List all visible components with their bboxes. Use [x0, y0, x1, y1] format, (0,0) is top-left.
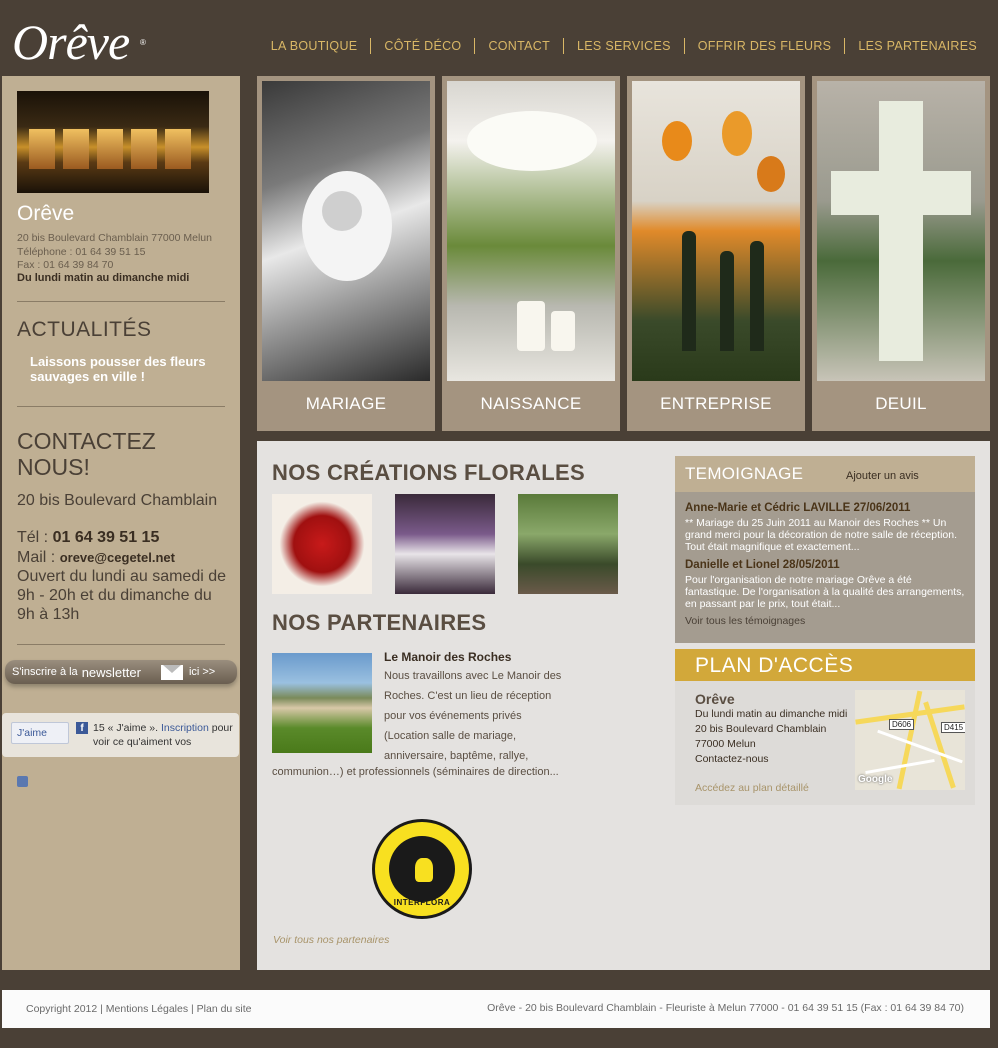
- nav-boutique[interactable]: LA BOUTIQUE: [258, 38, 371, 54]
- shop-photo: [17, 91, 209, 193]
- category-entreprise[interactable]: ENTREPRISE: [627, 76, 805, 431]
- main-content: NOS CRÉATIONS FLORALES NOS PARTENAIRES L…: [257, 441, 990, 970]
- shop-name: Orêve: [17, 202, 75, 225]
- map-thumbnail[interactable]: D606 D415 Google: [855, 690, 965, 790]
- category-naissance[interactable]: NAISSANCE: [442, 76, 620, 431]
- shop-hours: Du lundi matin au dimanche midi: [17, 272, 190, 284]
- mail-link[interactable]: oreve@cegetel.net: [60, 550, 175, 565]
- add-review-link[interactable]: Ajouter un avis: [846, 470, 919, 482]
- news-title: ACTUALITÉS: [17, 318, 152, 341]
- entreprise-photo: [632, 81, 800, 381]
- see-all-partners-link[interactable]: Voir tous nos partenaires: [273, 934, 389, 946]
- partner-description-continued: communion…) et professionnels (séminaire…: [272, 766, 559, 778]
- category-label: ENTREPRISE: [660, 394, 772, 413]
- partner-description: Nous travaillons avec Le Manoir des Roch…: [384, 670, 562, 762]
- footer-links[interactable]: Copyright 2012 | Mentions Légales | Plan…: [26, 1003, 252, 1015]
- nav-partenaires[interactable]: LES PARTENAIRES: [844, 38, 990, 54]
- facebook-signup-link[interactable]: Inscription: [161, 722, 209, 734]
- contact-title: CONTACTEZ NOUS!: [17, 428, 156, 480]
- deuil-photo: [817, 81, 985, 381]
- access-title: PLAN D'ACCÈS: [695, 654, 854, 677]
- nav-cote-deco[interactable]: CÔTÉ DÉCO: [370, 38, 474, 54]
- category-label: MARIAGE: [305, 394, 387, 413]
- category-label: DEUIL: [875, 394, 927, 413]
- envelope-icon: [160, 664, 183, 680]
- nav-offrir[interactable]: OFFRIR DES FLEURS: [683, 38, 845, 54]
- divider: [17, 301, 225, 302]
- google-logo: Google: [858, 774, 893, 785]
- map-road-tag: D415: [941, 722, 965, 733]
- category-label: NAISSANCE: [480, 394, 582, 413]
- partners-title: NOS PARTENAIRES: [272, 610, 487, 635]
- creation-thumbnail[interactable]: [395, 494, 495, 594]
- map-road-tag: D606: [889, 719, 915, 730]
- creation-thumbnail[interactable]: [518, 494, 618, 594]
- access-box: PLAN D'ACCÈS Orêve Du lundi matin au dim…: [675, 649, 975, 805]
- access-info: Du lundi matin au dimanche midi 20 bis B…: [695, 708, 848, 767]
- newsletter-signup-button[interactable]: S'inscrire à la newsletter ici >>: [5, 660, 237, 684]
- logo-text: Orêve: [12, 14, 130, 70]
- mariage-photo: [262, 81, 430, 381]
- contact-phone: Tél : 01 64 39 51 15: [17, 529, 160, 546]
- divider: [17, 406, 225, 407]
- creations-title: NOS CRÉATIONS FLORALES: [272, 460, 585, 485]
- opening-hours: Ouvert du lundi au samedi de 9h - 20h et…: [17, 568, 227, 623]
- facebook-like-text: 15 « J'aime ». Inscription pour voir ce …: [93, 722, 233, 748]
- sidebar: Orêve 20 bis Boulevard Chamblain 77000 M…: [2, 76, 240, 970]
- footer-address: Orêve - 20 bis Boulevard Chamblain - Fle…: [487, 1002, 964, 1014]
- contact-address: 20 bis Boulevard Chamblain: [17, 492, 218, 509]
- testimonials-header: TEMOIGNAGE Ajouter un avis: [675, 456, 975, 492]
- partner-photo[interactable]: [272, 653, 372, 753]
- testimonials-box: TEMOIGNAGE Ajouter un avis Anne-Marie et…: [675, 456, 975, 643]
- shop-contact-info: 20 bis Boulevard Chamblain 77000 Melun T…: [17, 232, 212, 273]
- naissance-photo: [447, 81, 615, 381]
- testimonial-author[interactable]: Danielle et Lionel 28/05/2011: [685, 559, 840, 571]
- thumbs-up-icon: [17, 776, 28, 787]
- contact-mail: Mail : oreve@cegetel.net: [17, 549, 175, 566]
- facebook-like-button[interactable]: J'aime: [11, 722, 69, 787]
- access-header: PLAN D'ACCÈS: [675, 649, 975, 681]
- testimonials-title: TEMOIGNAGE: [685, 464, 804, 483]
- facebook-like-box: J'aime f 15 « J'aime ». Inscription pour…: [2, 713, 239, 787]
- facebook-icon: f: [76, 722, 88, 734]
- logo[interactable]: Orêve ®: [12, 12, 146, 72]
- creation-thumbnail[interactable]: [272, 494, 372, 594]
- nav-services[interactable]: LES SERVICES: [563, 38, 684, 54]
- shop-fax: Fax : 01 64 39 84 70: [17, 259, 114, 271]
- partner-name[interactable]: Le Manoir des Roches: [384, 650, 511, 664]
- testimonial-text: ** Mariage du 25 Juin 2011 au Manoir des…: [685, 517, 957, 553]
- detailed-map-link[interactable]: Accédez au plan détaillé: [695, 782, 809, 794]
- interflora-logo[interactable]: INTERFLORA: [372, 819, 472, 919]
- contact-link[interactable]: Contactez-nous: [695, 752, 847, 767]
- access-shop-name: Orêve: [695, 691, 735, 707]
- top-navigation: LA BOUTIQUE CÔTÉ DÉCO CONTACT LES SERVIC…: [258, 38, 990, 54]
- news-item-link[interactable]: Laissons pousser des fleurs sauvages en …: [30, 354, 220, 384]
- see-all-testimonials-link[interactable]: Voir tous les témoignages: [685, 615, 805, 627]
- category-deuil[interactable]: DEUIL: [812, 76, 990, 431]
- logo-registered-mark: ®: [140, 38, 146, 47]
- category-mariage[interactable]: MARIAGE: [257, 76, 435, 431]
- testimonial-text: Pour l'organisation de notre mariage Orê…: [685, 574, 965, 610]
- testimonial-author[interactable]: Anne-Marie et Cédric LAVILLE 27/06/2011: [685, 502, 910, 514]
- divider: [17, 644, 225, 645]
- footer: Copyright 2012 | Mentions Légales | Plan…: [2, 990, 990, 1028]
- shop-phone: Téléphone : 01 64 39 51 15: [17, 245, 146, 258]
- shop-address: 20 bis Boulevard Chamblain 77000 Melun: [17, 232, 212, 244]
- nav-contact[interactable]: CONTACT: [474, 38, 563, 54]
